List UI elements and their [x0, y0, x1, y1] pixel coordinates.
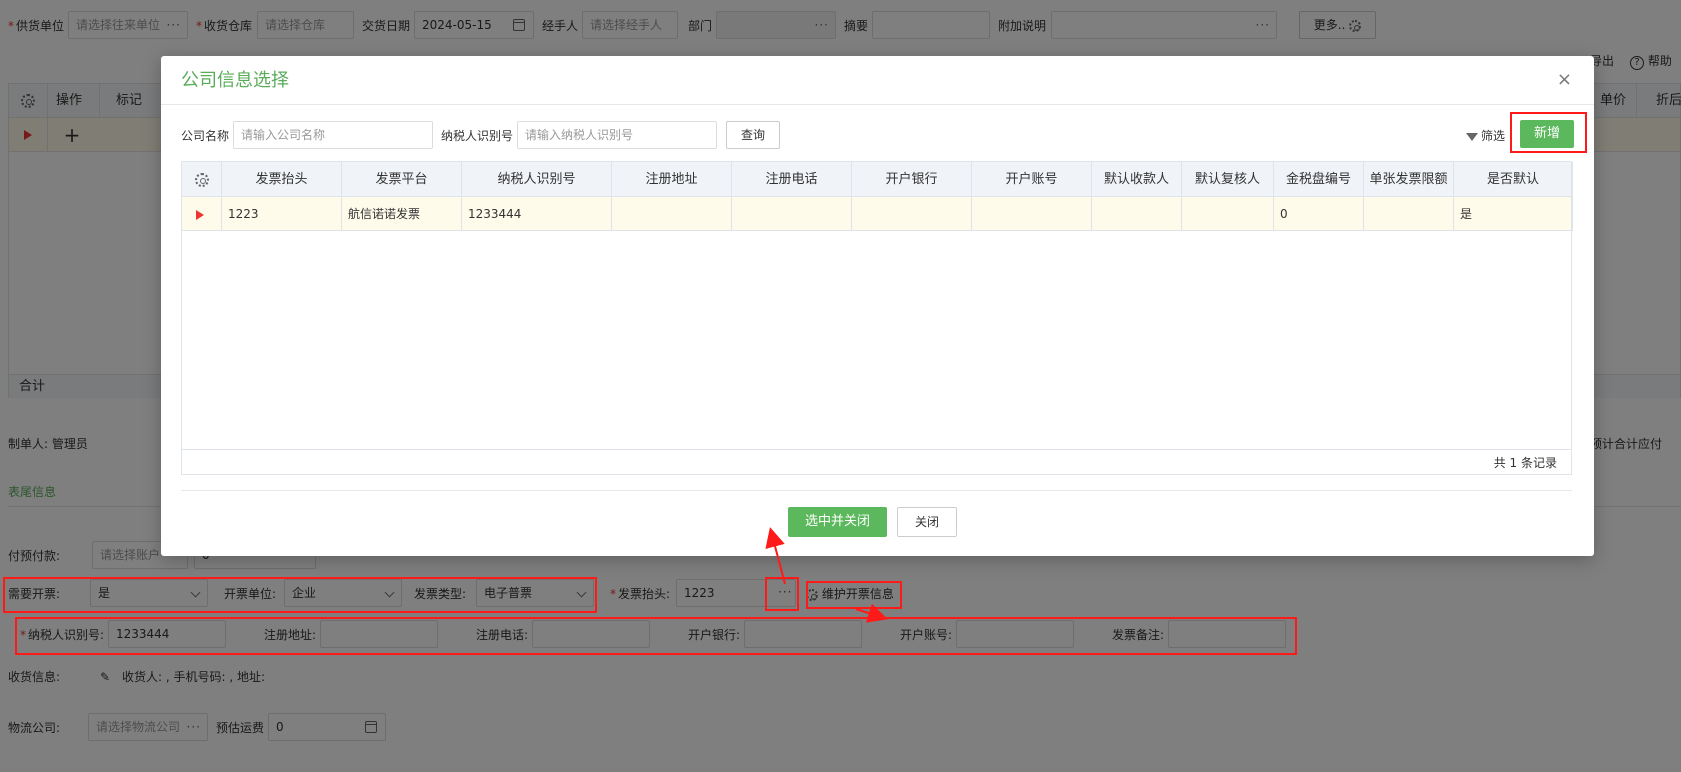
arrow-to-select-button [765, 527, 786, 585]
annotation-arrows [765, 527, 888, 623]
arrow-to-tax-info [855, 603, 888, 623]
